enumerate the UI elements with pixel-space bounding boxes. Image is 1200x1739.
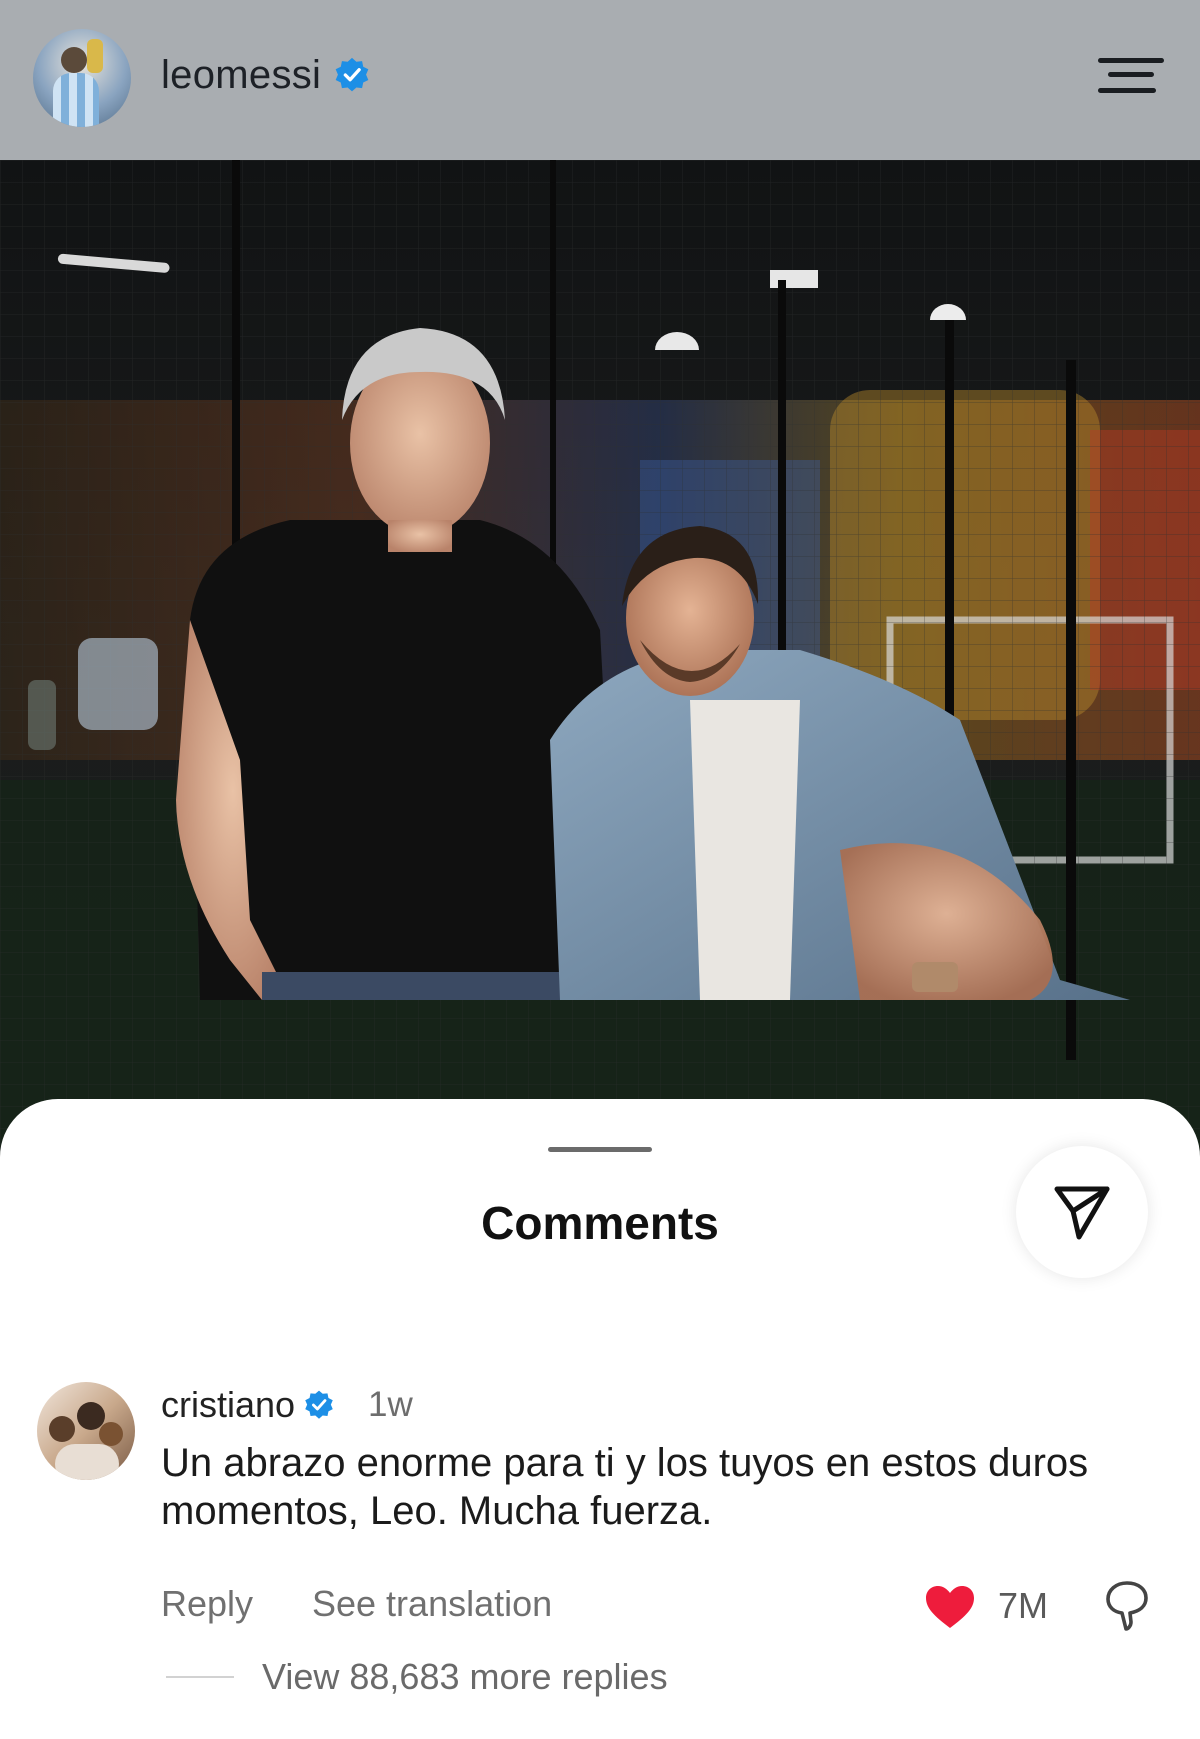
thumbs-down-icon[interactable] <box>1104 1579 1150 1633</box>
post-image[interactable] <box>0 160 1200 1160</box>
profile-avatar[interactable] <box>33 29 131 127</box>
share-button[interactable] <box>1016 1146 1148 1278</box>
like-count: 7M <box>998 1585 1049 1626</box>
verified-badge-icon <box>305 1390 333 1419</box>
see-translation-button[interactable]: See translation <box>312 1581 552 1627</box>
reply-button[interactable]: Reply <box>161 1581 253 1627</box>
commenter-username[interactable]: cristiano <box>161 1382 295 1428</box>
comment-timestamp: 1w <box>368 1385 413 1424</box>
replies-divider <box>166 1676 234 1678</box>
heart-icon[interactable] <box>924 1584 976 1630</box>
verified-badge-icon <box>335 57 369 92</box>
send-icon <box>1054 1186 1110 1240</box>
post-photo <box>0 160 1200 1160</box>
comment-text: Un abrazo enorme para ti y los tuyos en … <box>161 1441 1089 1533</box>
menu-icon[interactable] <box>1098 58 1164 96</box>
commenter-avatar[interactable] <box>37 1382 135 1480</box>
sheet-drag-handle[interactable] <box>548 1147 652 1152</box>
comments-sheet: Comments cristiano 1w Un abrazo enorme p… <box>0 1099 1200 1739</box>
post-header: leomessi <box>0 0 1200 160</box>
view-replies-button[interactable]: View 88,683 more replies <box>262 1654 668 1700</box>
profile-username[interactable]: leomessi <box>161 50 321 100</box>
